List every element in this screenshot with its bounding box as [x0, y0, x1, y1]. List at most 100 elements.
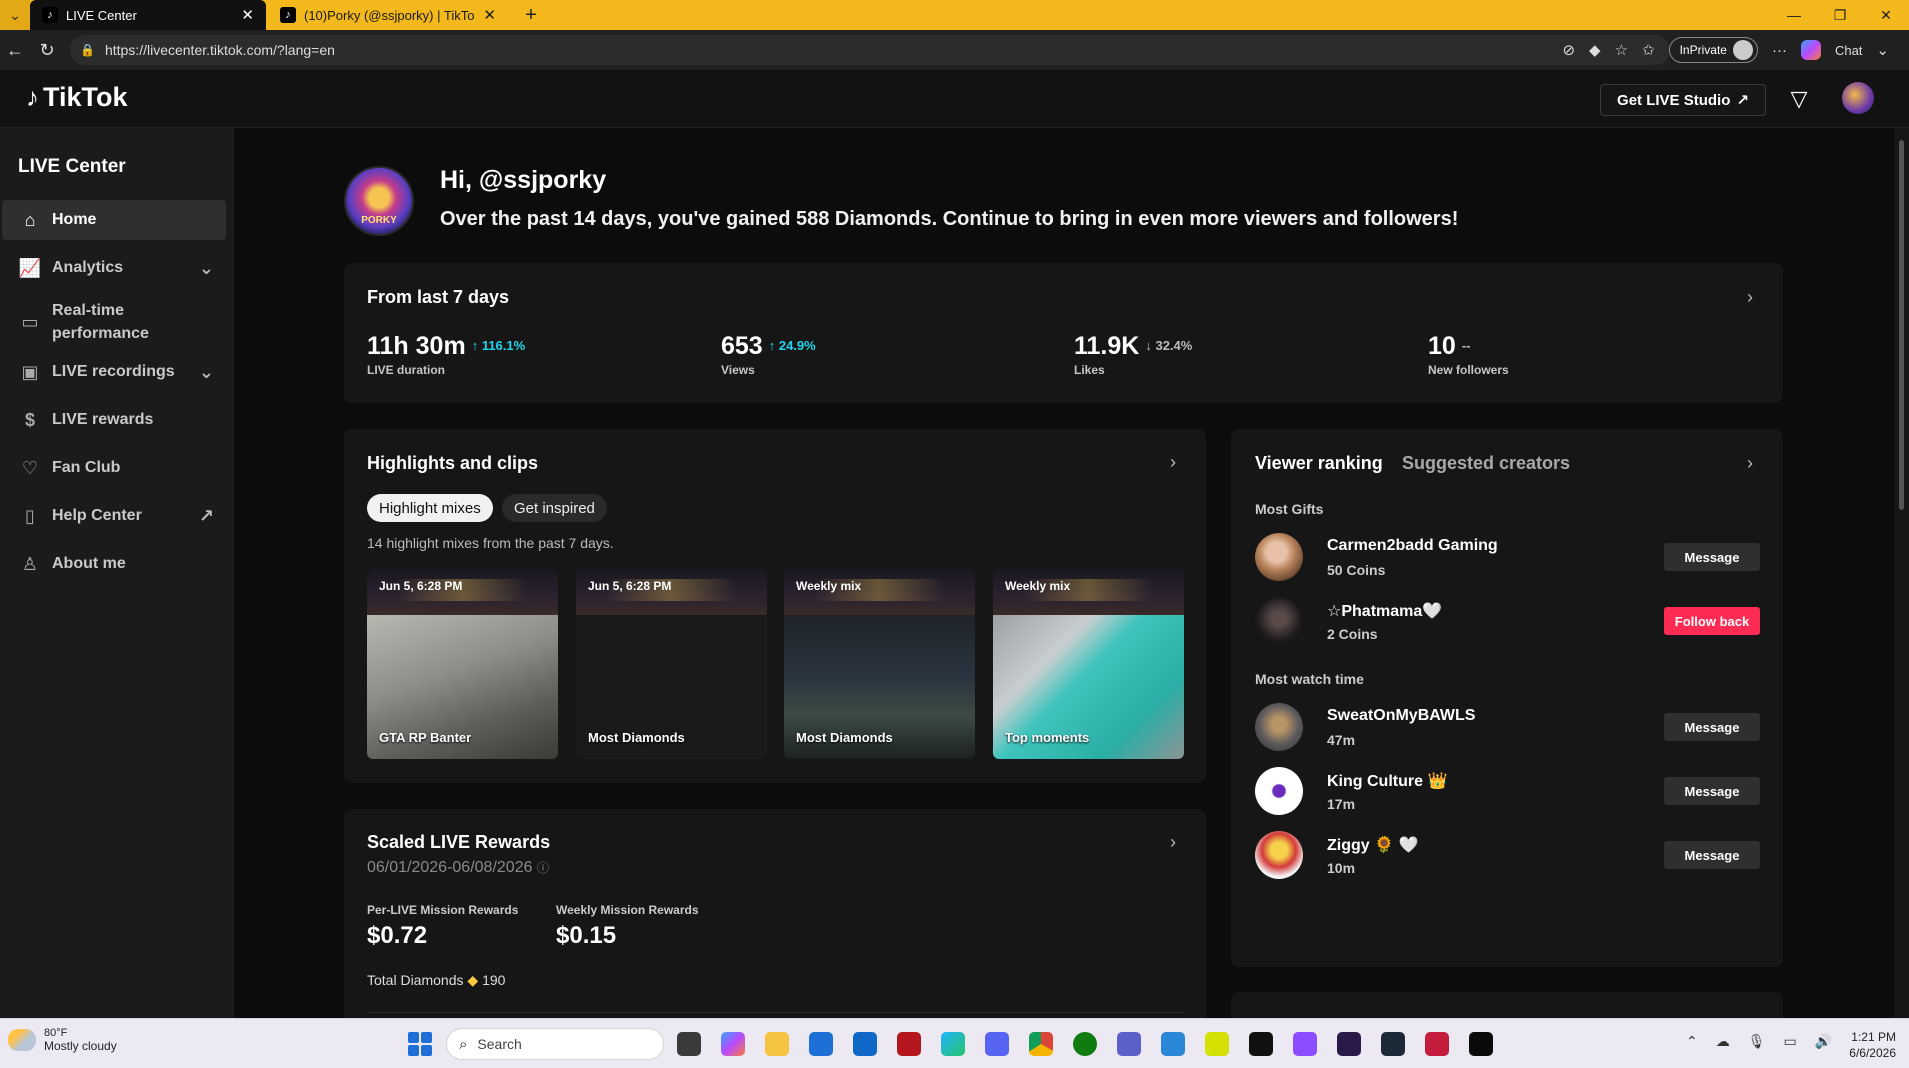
capcut-icon[interactable] [1469, 1032, 1493, 1056]
file-explorer-icon[interactable] [765, 1032, 789, 1056]
favorites-icon[interactable]: ✩ [1642, 41, 1655, 59]
tab-viewer-ranking[interactable]: Viewer ranking [1255, 453, 1383, 474]
tracking-prevention-icon[interactable]: ⊘ [1562, 41, 1575, 59]
ranking-name[interactable]: ☆Phatmama🤍 [1327, 601, 1442, 621]
sidebar-item-live-recordings[interactable]: ▣ LIVE recordings ⌄ [2, 352, 226, 392]
avatar[interactable] [1842, 82, 1874, 114]
restore-button[interactable]: ❐ [1817, 0, 1863, 30]
nzxt-icon[interactable] [1337, 1032, 1361, 1056]
clip-card[interactable]: Weekly mix Top moments [993, 569, 1184, 759]
clipchamp-icon[interactable] [1293, 1032, 1317, 1056]
favorite-star-icon[interactable]: ☆ [1615, 41, 1628, 59]
sidebar-item-analytics[interactable]: 📈 Analytics ⌄ [2, 248, 226, 288]
chrome-icon[interactable] [1029, 1032, 1053, 1056]
ranking-name[interactable]: King Culture 👑 [1327, 771, 1447, 791]
store-icon[interactable] [809, 1032, 833, 1056]
stat-value: 653 [721, 332, 763, 360]
message-button[interactable]: Message [1664, 713, 1760, 741]
message-button[interactable]: Message [1664, 841, 1760, 869]
filter-icon[interactable]: ▽ [1786, 86, 1812, 112]
photos-icon[interactable] [1161, 1032, 1185, 1056]
display-icon[interactable]: ▭ [1784, 1033, 1797, 1050]
clock[interactable]: 1:21 PM 6/6/2026 [1826, 1029, 1896, 1061]
per-live-value: $0.72 [367, 922, 428, 949]
app-icon[interactable] [1205, 1032, 1229, 1056]
tab-suggested-creators[interactable]: Suggested creators [1402, 453, 1570, 474]
minimize-button[interactable]: — [1771, 0, 1817, 30]
avatar-logo-text: PORKY [361, 215, 397, 226]
game-app-icon[interactable] [897, 1032, 921, 1056]
xbox-icon[interactable] [1073, 1032, 1097, 1056]
windows-start-icon[interactable] [408, 1032, 432, 1056]
copilot-icon[interactable] [1800, 40, 1821, 60]
avatar[interactable] [1255, 703, 1303, 751]
chevron-right-icon[interactable]: › [1747, 287, 1753, 308]
cloud-offline-icon[interactable]: ☁ [1716, 1033, 1730, 1050]
sidebar-item-help-center[interactable]: ▯ Help Center ↗ [2, 496, 226, 536]
tab-title: (10)Porky (@ssjporky) | TikTok [304, 7, 476, 23]
back-icon[interactable]: ← [0, 35, 30, 65]
message-button[interactable]: Message [1664, 543, 1760, 571]
chevron-down-icon[interactable]: ⌄ [1876, 41, 1889, 59]
ranking-name[interactable]: SweatOnMyBAWLS [1327, 707, 1475, 725]
url-field[interactable]: 🔒 https://livecenter.tiktok.com/?lang=en [70, 35, 1670, 65]
avatar[interactable] [1255, 767, 1303, 815]
outlook-icon[interactable] [853, 1032, 877, 1056]
sidebar-item-real-time-performance[interactable]: ▭ Real-time performance [2, 296, 226, 348]
creator-avatar: PORKY [344, 166, 414, 236]
close-tab-icon[interactable]: ✕ [241, 6, 254, 24]
streaming-app-icon[interactable] [1425, 1032, 1449, 1056]
chevron-right-icon[interactable]: › [1170, 452, 1176, 473]
tiktok-logo[interactable]: ♪ TikTok [26, 82, 128, 113]
weather-widget[interactable]: 80°F Mostly cloudy [8, 1027, 117, 1053]
system-tray: ⌃ ☁ 🎙 ▭ 🔊 [1686, 1033, 1832, 1050]
chevron-up-icon[interactable]: ⌃ [1686, 1033, 1698, 1050]
close-window-button[interactable]: ✕ [1863, 0, 1909, 30]
ranking-sub: 50 Coins [1327, 562, 1386, 578]
rewards-date-range-text: 06/01/2026-06/08/2026 [367, 859, 533, 876]
chat-label[interactable]: Chat [1835, 43, 1862, 58]
pill-get-inspired[interactable]: Get inspired [502, 494, 607, 522]
steam-icon[interactable] [1381, 1032, 1405, 1056]
avatar[interactable] [1255, 533, 1303, 581]
message-button[interactable]: Message [1664, 777, 1760, 805]
ranking-name[interactable]: Ziggy 🌻 🤍 [1327, 835, 1418, 855]
refresh-icon[interactable]: ↻ [32, 35, 62, 65]
tab-tiktok-profile[interactable]: ♪ (10)Porky (@ssjporky) | TikTok ✕ [268, 0, 508, 30]
chevron-right-icon[interactable]: › [1170, 832, 1176, 853]
taskbar-search[interactable]: ⌕ Search [446, 1028, 664, 1060]
clip-card[interactable]: Jun 5, 6:28 PM GTA RP Banter [367, 569, 558, 759]
close-tab-icon[interactable]: ✕ [483, 6, 496, 24]
sidebar-item-fan-club[interactable]: ♡ Fan Club [2, 448, 226, 488]
edge-icon[interactable] [941, 1032, 965, 1056]
inprivate-badge[interactable]: InPrivate [1668, 37, 1758, 63]
more-menu-icon[interactable]: ··· [1772, 42, 1787, 59]
ranking-name[interactable]: Carmen2badd Gaming [1327, 537, 1498, 555]
copilot-app-icon[interactable] [721, 1032, 745, 1056]
pill-highlight-mixes[interactable]: Highlight mixes [367, 494, 493, 522]
chevron-right-icon[interactable]: › [1747, 453, 1753, 474]
tab-actions-button[interactable]: ⌄ [0, 0, 30, 30]
sidebar-item-about-me[interactable]: ♙ About me [2, 544, 226, 584]
get-live-studio-button[interactable]: Get LIVE Studio ↗ [1600, 84, 1766, 116]
clip-card[interactable]: Jun 5, 6:28 PM Most Diamonds [576, 569, 767, 759]
clock-date: 6/6/2026 [1849, 1046, 1896, 1060]
sidebar-item-home[interactable]: ⌂ Home [2, 200, 226, 240]
avatar[interactable] [1255, 831, 1303, 879]
clip-date: Weekly mix [796, 579, 862, 593]
discord-icon[interactable] [985, 1032, 1009, 1056]
extension-icon[interactable]: ◆ [1589, 41, 1601, 59]
follow-back-button[interactable]: Follow back [1664, 607, 1760, 635]
microphone-icon[interactable]: 🎙 [1748, 1033, 1766, 1050]
tiktok-app-icon[interactable] [1249, 1032, 1273, 1056]
tab-live-center[interactable]: ♪ LIVE Center ✕ [30, 0, 266, 30]
sidebar-item-live-rewards[interactable]: $ LIVE rewards [2, 400, 226, 440]
avatar[interactable] [1255, 597, 1303, 645]
clip-card[interactable]: Weekly mix Most Diamonds [784, 569, 975, 759]
last-7-days-card[interactable] [344, 263, 1783, 403]
task-view-icon[interactable] [677, 1032, 701, 1056]
teams-icon[interactable] [1117, 1032, 1141, 1056]
scrollbar-thumb[interactable] [1899, 140, 1904, 510]
new-tab-button[interactable]: + [520, 0, 542, 30]
info-icon[interactable]: ⓘ [537, 861, 549, 875]
